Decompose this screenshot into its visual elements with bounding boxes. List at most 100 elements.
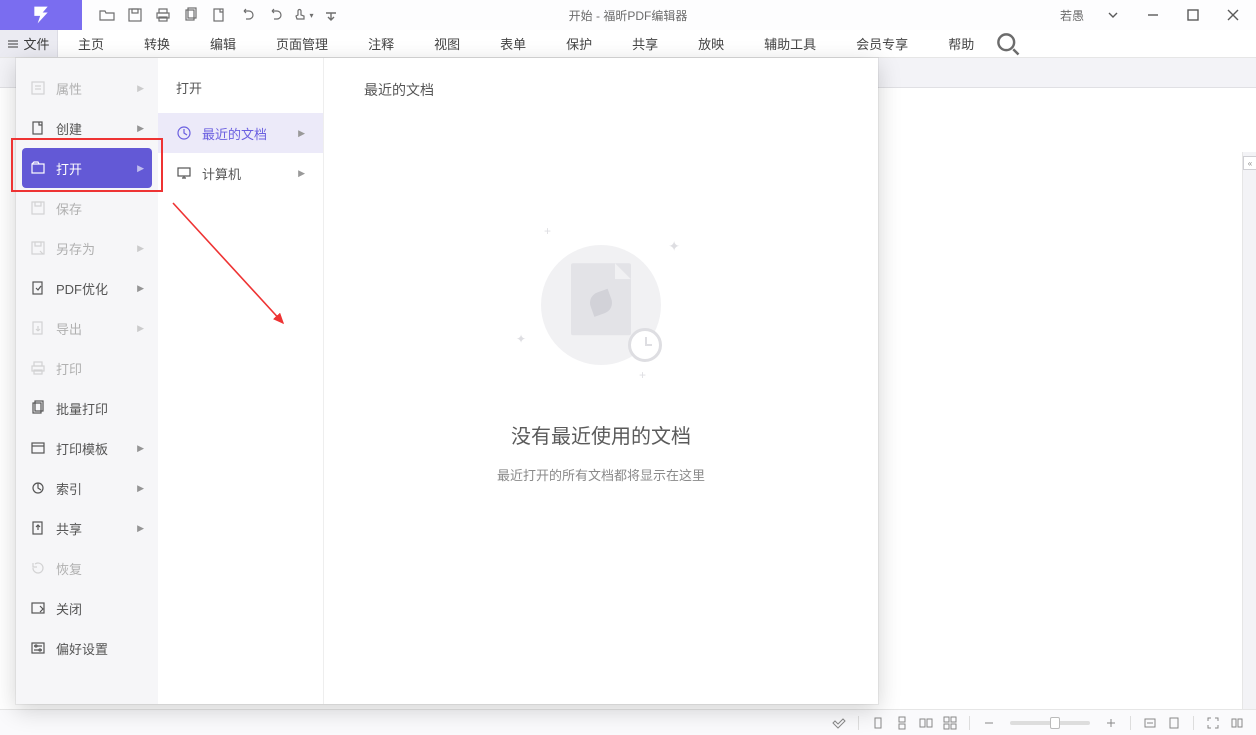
sb-zoom-in-icon[interactable] (1102, 714, 1120, 732)
qa-new-icon[interactable] (206, 2, 232, 28)
sb-zoom-out-icon[interactable] (980, 714, 998, 732)
minimize-button[interactable] (1136, 2, 1170, 28)
file-menu-create[interactable]: 创建▶ (16, 108, 158, 148)
file-tab[interactable]: 文件 (0, 30, 58, 57)
recent-title: 最近的文档 (364, 80, 434, 100)
share-icon (30, 520, 46, 536)
ribbon-tabs: 文件 主页转换编辑页面管理注释视图表单保护共享放映辅助工具会员专享帮助 (0, 30, 1256, 58)
ribbon-tab-4[interactable]: 注释 (348, 30, 414, 57)
chevron-right-icon: ▶ (298, 168, 305, 179)
sb-fit-page-icon[interactable] (1165, 714, 1183, 732)
right-panel-toggle[interactable]: « (1243, 156, 1256, 170)
sb-fit-width-icon[interactable] (1141, 714, 1159, 732)
maximize-button[interactable] (1176, 2, 1210, 28)
status-bar (0, 709, 1256, 735)
close-button[interactable] (1216, 2, 1250, 28)
file-menu-restore: 恢复 (16, 548, 158, 588)
foxit-logo-icon (31, 5, 51, 25)
file-menu-index[interactable]: 索引▶ (16, 468, 158, 508)
ribbon-tab-0[interactable]: 主页 (58, 30, 124, 57)
user-name[interactable]: 若愚 (1054, 7, 1090, 24)
qa-touch-icon[interactable]: ▾ (290, 2, 316, 28)
ribbon-tab-6[interactable]: 表单 (480, 30, 546, 57)
qa-copy-icon[interactable] (178, 2, 204, 28)
qa-open-icon[interactable] (94, 2, 120, 28)
open-source-computer[interactable]: 计算机▶ (158, 153, 323, 193)
file-menu-share[interactable]: 共享▶ (16, 508, 158, 548)
chevron-right-icon: ▶ (137, 483, 144, 494)
open-icon (30, 160, 46, 176)
file-menu-properties: 属性▶ (16, 68, 158, 108)
ribbon-search-icon[interactable] (994, 30, 1022, 57)
empty-subtext: 最近打开的所有文档都将显示在这里 (497, 465, 705, 484)
template-icon (30, 440, 46, 456)
sb-hand-icon[interactable] (830, 714, 848, 732)
qa-redo-icon[interactable] (262, 2, 288, 28)
chevron-right-icon: ▶ (137, 323, 144, 334)
chevron-right-icon: ▶ (137, 123, 144, 134)
ribbon-tab-8[interactable]: 共享 (612, 30, 678, 57)
ribbon-tab-7[interactable]: 保护 (546, 30, 612, 57)
file-menu-open[interactable]: 打开▶ (22, 148, 152, 188)
file-menu-batchprint[interactable]: 批量打印 (16, 388, 158, 428)
prefs-icon (30, 640, 46, 656)
app-logo (0, 0, 82, 30)
file-menu-save: 保存 (16, 188, 158, 228)
open-panel-title: 打开 (158, 72, 323, 113)
sb-continuous-facing-icon[interactable] (941, 714, 959, 732)
quick-access-toolbar: ▾ (94, 2, 344, 28)
chevron-right-icon: ▶ (298, 128, 305, 139)
qa-customize-icon[interactable] (318, 2, 344, 28)
recent-documents-panel: 最近的文档 + ✦ ✦ + 没有最近使用的文档 最近打开的所有文档都将显示在这里 (324, 58, 878, 704)
save-icon (30, 200, 46, 216)
sb-continuous-icon[interactable] (893, 714, 911, 732)
file-menu-optimize[interactable]: PDF优化▶ (16, 268, 158, 308)
zoom-slider[interactable] (1010, 721, 1090, 725)
window-title: 开始 - 福昕PDF编辑器 (569, 7, 688, 24)
ribbon-tab-10[interactable]: 辅助工具 (744, 30, 836, 57)
open-source-recent[interactable]: 最近的文档▶ (158, 113, 323, 153)
ribbon-tab-11[interactable]: 会员专享 (836, 30, 928, 57)
file-menu-sidebar: 属性▶创建▶打开▶保存另存为▶PDF优化▶导出▶打印批量打印打印模板▶索引▶共享… (16, 58, 158, 704)
ribbon-tab-5[interactable]: 视图 (414, 30, 480, 57)
chevron-right-icon: ▶ (137, 523, 144, 534)
ribbon-tab-9[interactable]: 放映 (678, 30, 744, 57)
sb-single-page-icon[interactable] (869, 714, 887, 732)
batchprint-icon (30, 400, 46, 416)
create-icon (30, 120, 46, 136)
chevron-right-icon: ▶ (137, 243, 144, 254)
file-menu-prefs[interactable]: 偏好设置 (16, 628, 158, 668)
ribbon-tab-3[interactable]: 页面管理 (256, 30, 348, 57)
file-menu-template[interactable]: 打印模板▶ (16, 428, 158, 468)
ribbon-tab-12[interactable]: 帮助 (928, 30, 994, 57)
chevron-right-icon: ▶ (137, 443, 144, 454)
sb-fullscreen-icon[interactable] (1204, 714, 1222, 732)
file-menu-saveas: 另存为▶ (16, 228, 158, 268)
properties-icon (30, 80, 46, 96)
right-panel-gutter: « (1242, 152, 1256, 709)
ribbon-tab-2[interactable]: 编辑 (190, 30, 256, 57)
restore-icon (30, 560, 46, 576)
title-bar: ▾ 开始 - 福昕PDF编辑器 若愚 (0, 0, 1256, 30)
hamburger-icon (7, 38, 19, 50)
chevron-right-icon: ▶ (137, 163, 144, 174)
optimize-icon (30, 280, 46, 296)
computer-icon (176, 165, 192, 181)
saveas-icon (30, 240, 46, 256)
sb-read-mode-icon[interactable] (1228, 714, 1246, 732)
ribbon-tab-1[interactable]: 转换 (124, 30, 190, 57)
sb-facing-icon[interactable] (917, 714, 935, 732)
index-icon (30, 480, 46, 496)
file-menu-export: 导出▶ (16, 308, 158, 348)
print-icon (30, 360, 46, 376)
qa-print-icon[interactable] (150, 2, 176, 28)
file-menu-close[interactable]: 关闭 (16, 588, 158, 628)
file-menu-print: 打印 (16, 348, 158, 388)
file-menu-panel: 属性▶创建▶打开▶保存另存为▶PDF优化▶导出▶打印批量打印打印模板▶索引▶共享… (16, 58, 878, 704)
user-dropdown-icon[interactable] (1096, 2, 1130, 28)
chevron-right-icon: ▶ (137, 283, 144, 294)
file-tab-label: 文件 (23, 34, 49, 53)
qa-save-icon[interactable] (122, 2, 148, 28)
chevron-right-icon: ▶ (137, 83, 144, 94)
qa-undo-icon[interactable] (234, 2, 260, 28)
